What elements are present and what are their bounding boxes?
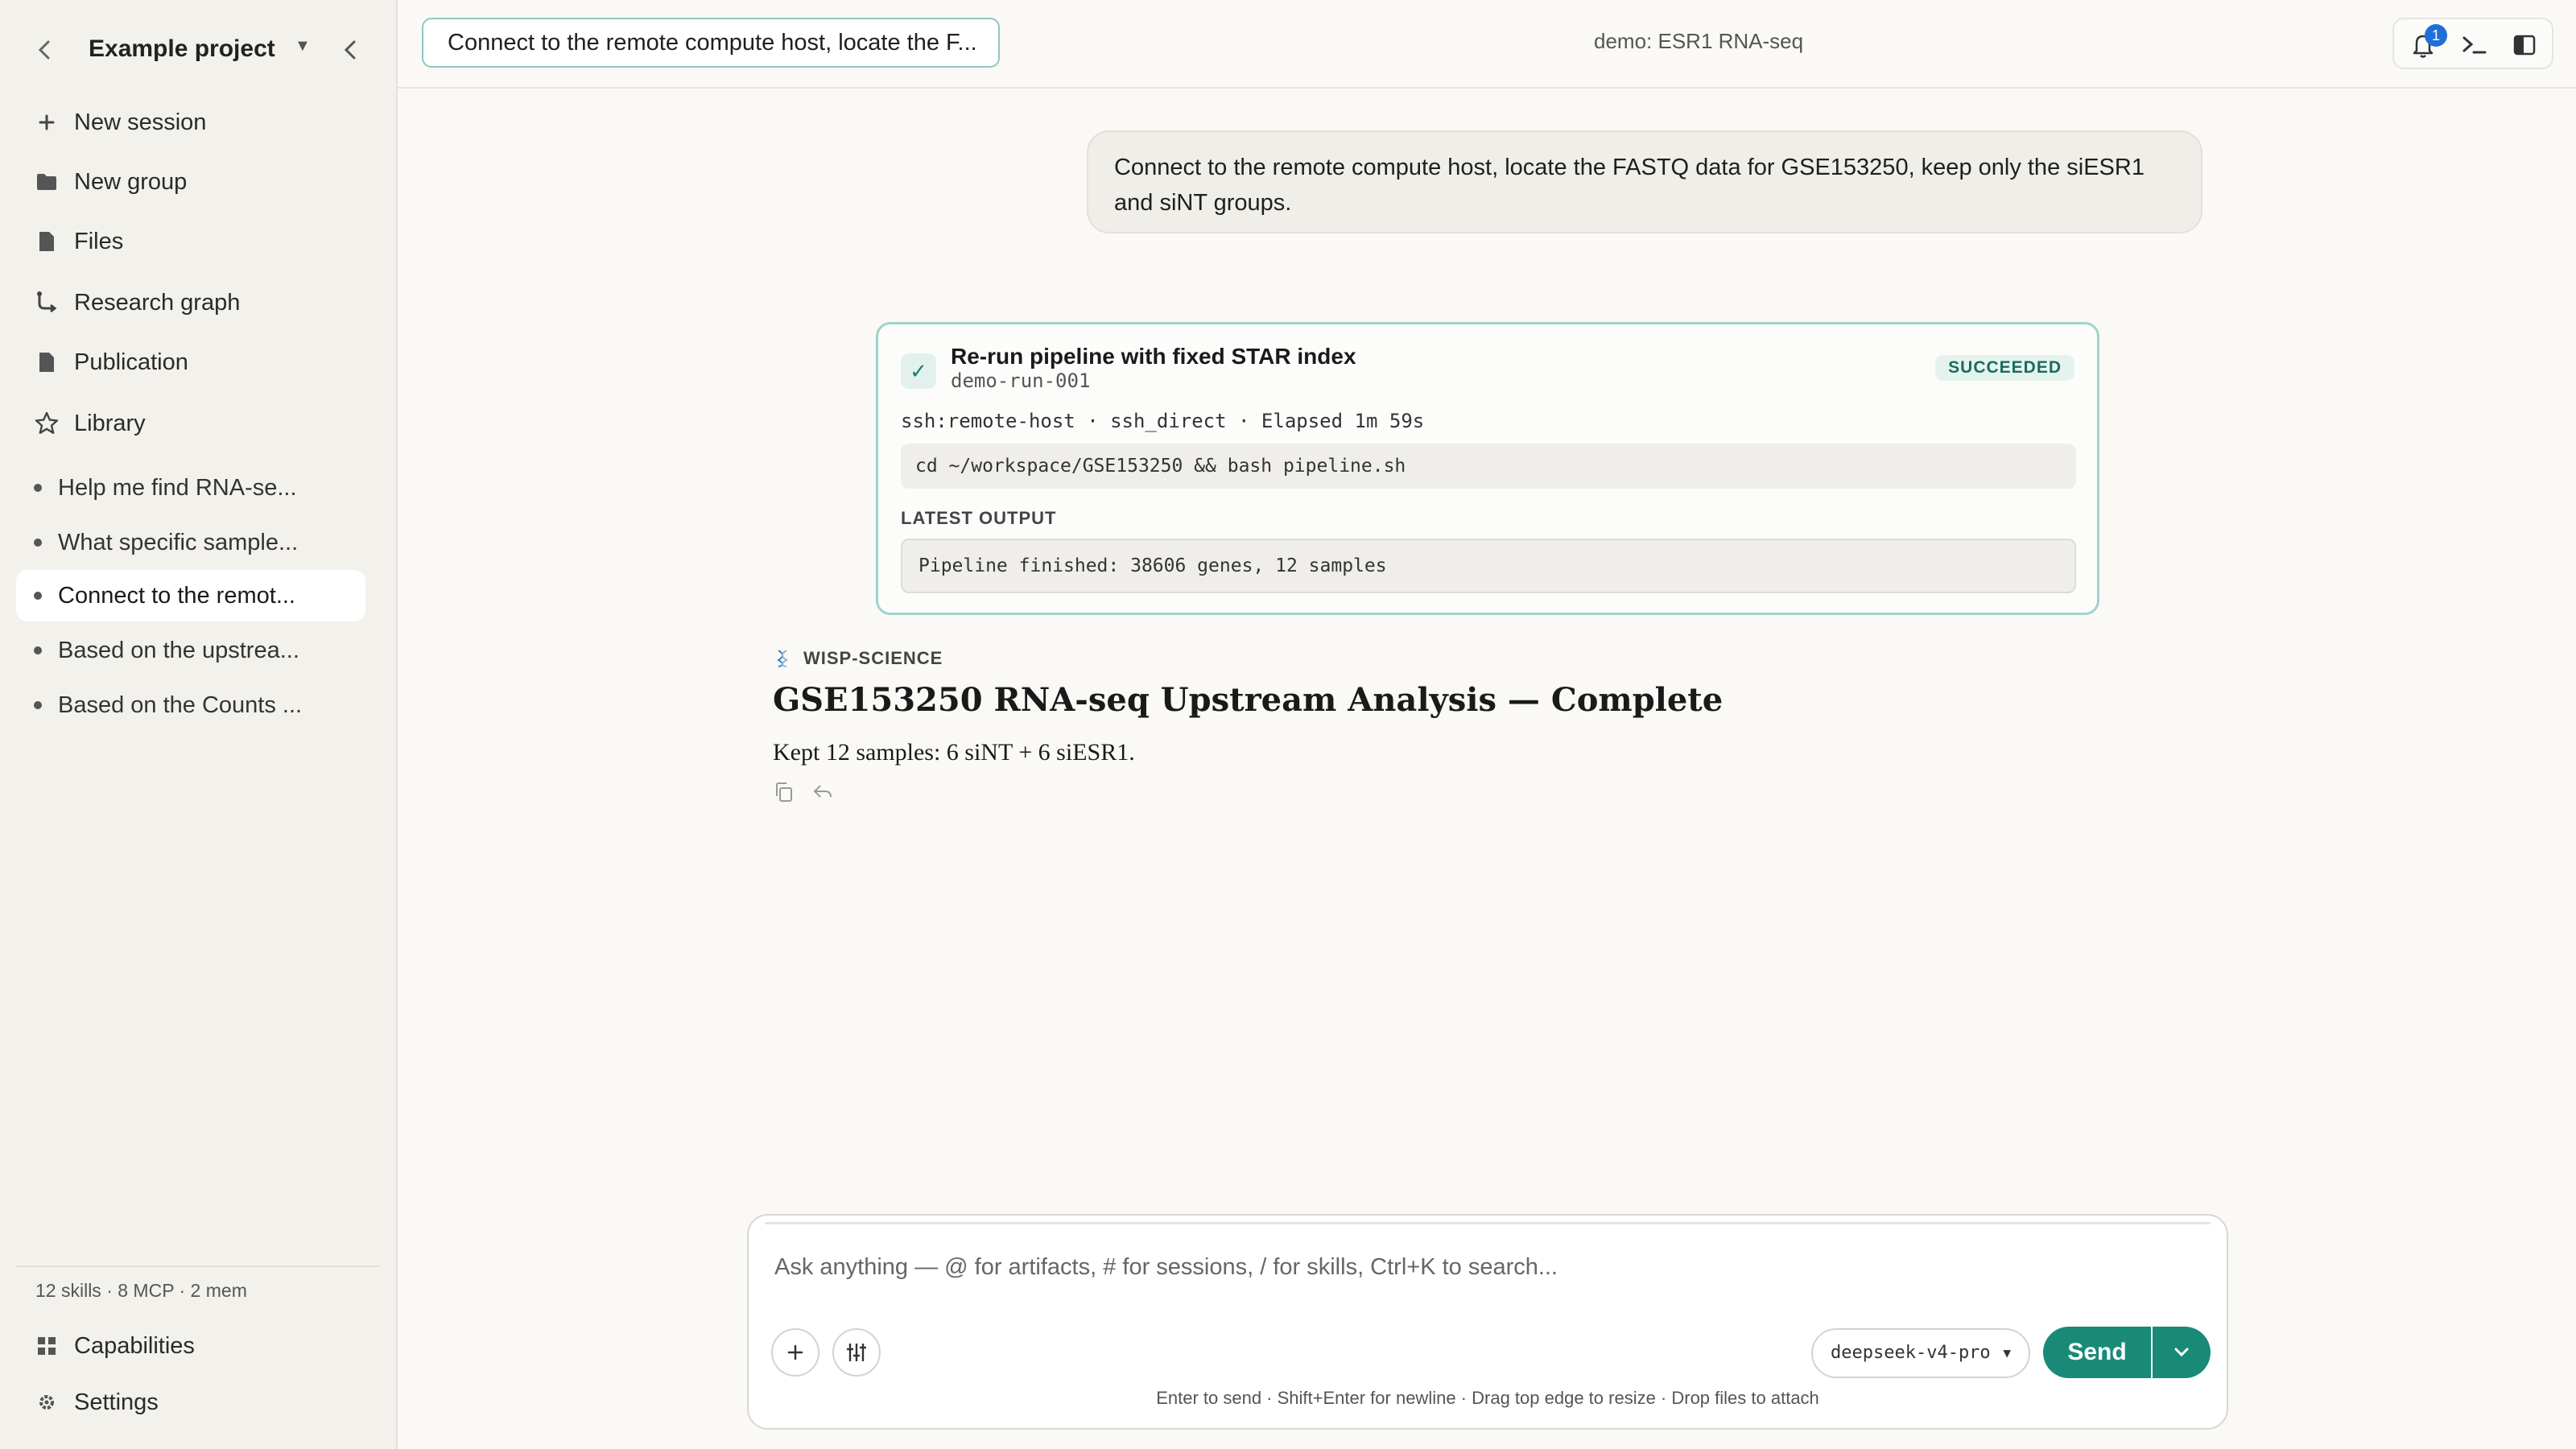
resize-handle[interactable] — [765, 1222, 2211, 1224]
capabilities-stats: 12 skills · 8 MCP · 2 mem — [35, 1280, 247, 1301]
nav-label: Research graph — [74, 289, 241, 316]
run-output: Pipeline finished: 38606 genes, 12 sampl… — [901, 539, 2076, 593]
user-message-bubble: Connect to the remote compute host, loca… — [1087, 130, 2202, 233]
project-title[interactable]: Example project — [89, 35, 275, 63]
nav-label: Settings — [74, 1389, 159, 1415]
plus-icon — [787, 1344, 803, 1360]
project-dropdown-icon[interactable]: ▼ — [295, 37, 311, 56]
sliders-icon — [847, 1344, 866, 1361]
options-button[interactable] — [832, 1328, 881, 1377]
session-item-active[interactable]: Connect to the remot... — [16, 570, 365, 621]
send-options-button[interactable] — [2153, 1327, 2211, 1378]
nav-label: New session — [74, 109, 207, 135]
nav-label: Capabilities — [74, 1332, 195, 1359]
bullet-icon — [34, 646, 42, 654]
terminal-icon[interactable] — [2458, 29, 2491, 61]
new-group-button[interactable]: New group — [32, 159, 370, 204]
bullet-icon — [34, 539, 42, 547]
bullet-icon — [34, 484, 42, 492]
star-icon — [32, 409, 61, 438]
nav-label: Library — [74, 410, 146, 436]
run-command: cd ~/workspace/GSE153250 && bash pipelin… — [901, 444, 2076, 489]
demo-label: demo: ESR1 RNA-seq — [1594, 29, 1804, 53]
bullet-icon — [34, 701, 42, 709]
grid-icon — [32, 1331, 61, 1360]
header-actions: 1 — [2392, 18, 2553, 69]
send-button[interactable]: Send — [2043, 1327, 2151, 1378]
model-name: deepseek-v4-pro — [1831, 1343, 1991, 1363]
copy-icon[interactable] — [773, 781, 797, 805]
agent-name: WISP-SCIENCE — [803, 648, 943, 668]
session-label: What specific sample... — [58, 529, 299, 555]
session-item[interactable]: Based on the upstrea... — [16, 625, 365, 676]
notification-badge: 1 — [2425, 24, 2447, 47]
answer-title: GSE153250 RNA-seq Upstream Analysis — Co… — [773, 681, 1724, 719]
sidebar: Example project ▼ New session New group … — [0, 0, 398, 1449]
nav-label: Publication — [74, 349, 188, 375]
sidebar-divider — [16, 1265, 380, 1267]
file-icon — [32, 227, 61, 256]
answer-body: Kept 12 samples: 6 siNT + 6 siESR1. — [773, 739, 1135, 766]
files-nav-item[interactable]: Files — [32, 219, 370, 264]
session-item[interactable]: What specific sample... — [16, 517, 365, 568]
bullet-icon — [34, 592, 42, 600]
plus-icon — [32, 108, 61, 137]
settings-nav-item[interactable]: Settings — [32, 1380, 370, 1425]
run-id: demo-run-001 — [951, 369, 1091, 392]
chevron-down-icon: ▼ — [2003, 1345, 2011, 1360]
new-session-button[interactable]: New session — [32, 100, 370, 145]
nav-label: Files — [74, 228, 124, 254]
composer-hint: Enter to send · Shift+Enter for newline … — [1156, 1388, 1819, 1408]
session-item[interactable]: Based on the Counts ... — [16, 679, 365, 731]
library-nav-item[interactable]: Library — [32, 401, 370, 446]
nav-label: New group — [74, 168, 188, 195]
session-item[interactable]: Help me find RNA-se... — [16, 462, 365, 514]
back-icon[interactable] — [32, 35, 58, 64]
session-label: Based on the upstrea... — [58, 637, 299, 663]
collapse-sidebar-icon[interactable] — [338, 35, 364, 64]
run-card: ✓ Re-run pipeline with fixed STAR index … — [876, 322, 2099, 615]
top-bar: Connect to the remote compute host, loca… — [398, 0, 2576, 89]
model-selector[interactable]: deepseek-v4-pro ▼ — [1811, 1328, 2030, 1378]
chevron-down-icon — [2174, 1348, 2189, 1357]
message-input[interactable] — [773, 1245, 2209, 1290]
file-icon — [32, 348, 61, 377]
session-label: Based on the Counts ... — [58, 691, 303, 718]
session-label: Connect to the remot... — [58, 582, 295, 609]
reply-icon[interactable] — [811, 781, 836, 805]
folder-icon — [32, 167, 61, 196]
message-composer: deepseek-v4-pro ▼ Send Enter to send · S… — [747, 1214, 2228, 1430]
capabilities-nav-item[interactable]: Capabilities — [32, 1323, 370, 1368]
research-graph-nav-item[interactable]: Research graph — [32, 280, 370, 325]
graph-icon — [32, 288, 61, 317]
run-title: Re-run pipeline with fixed STAR index — [951, 344, 1356, 369]
output-label: LATEST OUTPUT — [901, 508, 1057, 528]
session-label: Help me find RNA-se... — [58, 474, 297, 501]
gear-icon — [32, 1388, 61, 1417]
publication-nav-item[interactable]: Publication — [32, 340, 370, 385]
bell-icon[interactable]: 1 — [2407, 24, 2447, 61]
dna-icon — [773, 649, 792, 668]
add-attachment-button[interactable] — [771, 1328, 819, 1377]
status-badge: SUCCEEDED — [1935, 355, 2074, 381]
project-header: Example project ▼ — [0, 29, 398, 72]
run-meta: ssh:remote-host · ssh_direct · Elapsed 1… — [901, 410, 1425, 432]
panel-toggle-icon[interactable] — [2508, 29, 2541, 61]
agent-header: WISP-SCIENCE — [773, 644, 943, 673]
check-icon: ✓ — [901, 353, 936, 389]
session-title-field[interactable]: Connect to the remote compute host, loca… — [422, 18, 1000, 68]
